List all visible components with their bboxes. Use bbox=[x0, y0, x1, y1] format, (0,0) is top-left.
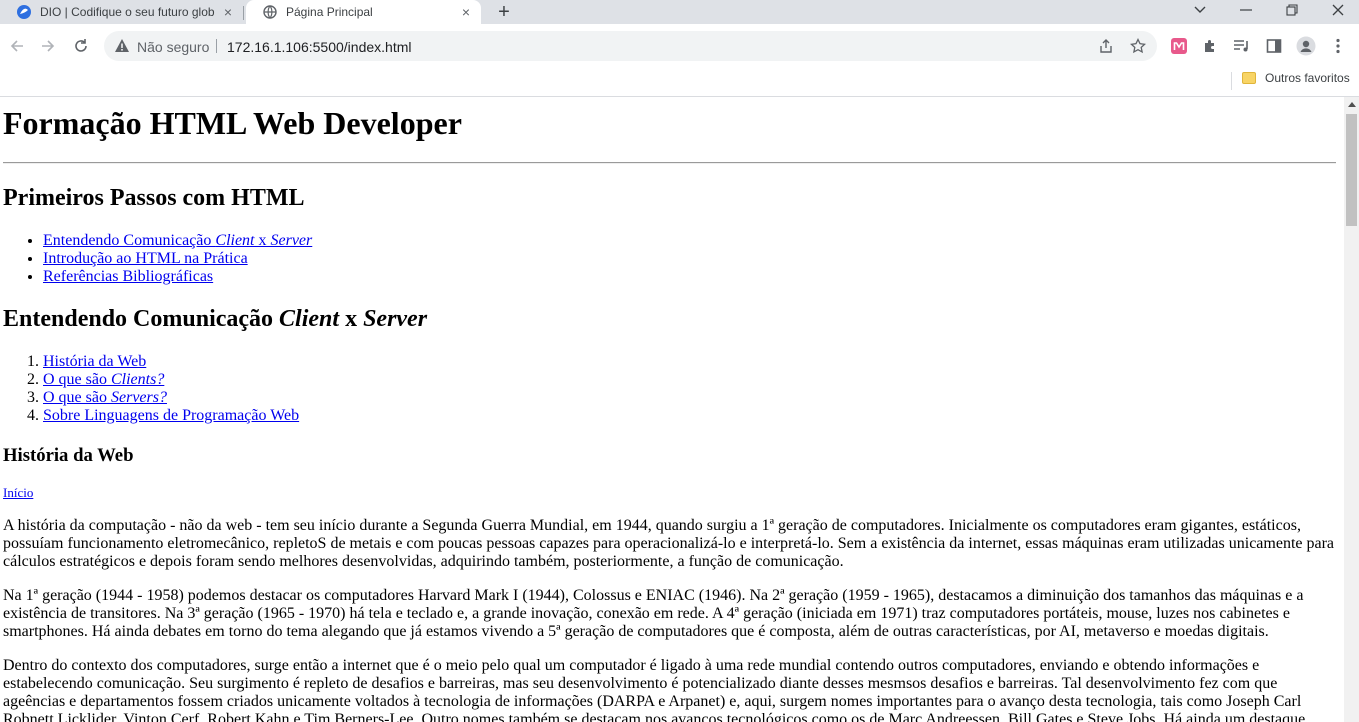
other-favorites-label: Outros favoritos bbox=[1265, 71, 1350, 85]
close-window-icon[interactable] bbox=[1323, 0, 1353, 20]
toc-link-referencias[interactable]: Referências Bibliográficas bbox=[43, 268, 213, 285]
list-item: Sobre Linguagens de Programação Web bbox=[43, 407, 299, 425]
scrollbar-thumb[interactable] bbox=[1346, 114, 1357, 226]
extensions-puzzle-icon[interactable] bbox=[1200, 36, 1220, 56]
link-text: O que são bbox=[43, 371, 111, 388]
tab-pagina-principal[interactable]: Página Principal × bbox=[246, 0, 481, 24]
other-favorites-folder[interactable]: Outros favoritos bbox=[1242, 71, 1350, 85]
link-o-que-sao-servers[interactable]: O que são Servers? bbox=[43, 389, 167, 406]
back-to-top-link[interactable]: Início bbox=[3, 485, 33, 501]
back-icon[interactable] bbox=[5, 34, 29, 58]
list-item: O que são Clients? bbox=[43, 371, 299, 389]
paragraph: A história da computação - não da web - … bbox=[3, 517, 1335, 570]
heading-em-server: Server bbox=[363, 306, 428, 332]
scroll-up-arrow-icon[interactable] bbox=[1344, 97, 1359, 112]
section-comunicacao-title: Entendendo Comunicação Client x Server bbox=[3, 306, 427, 333]
browser-toolbar: Não seguro 172.16.1.106:5500/index.html bbox=[0, 24, 1359, 68]
tab-title: DIO | Codifique o seu futuro glob bbox=[40, 5, 215, 19]
heading-text: x bbox=[339, 306, 364, 332]
forward-icon[interactable] bbox=[36, 34, 60, 58]
extension-m-icon[interactable] bbox=[1169, 36, 1189, 56]
list-item: Referências Bibliográficas bbox=[43, 268, 312, 286]
link-em: Servers? bbox=[110, 389, 167, 406]
dio-favicon-icon bbox=[16, 4, 32, 20]
link-text: O que são bbox=[43, 389, 111, 406]
close-tab-icon[interactable]: × bbox=[457, 3, 475, 21]
list-item: História da Web bbox=[43, 353, 299, 371]
vertical-scrollbar[interactable] bbox=[1344, 97, 1359, 722]
bookmarks-separator bbox=[1231, 72, 1232, 90]
link-text: Sobre Linguagens de Programação Web bbox=[43, 407, 300, 424]
section-primeiros-passos-title: Primeiros Passos com HTML bbox=[3, 185, 305, 211]
address-divider bbox=[216, 39, 217, 53]
link-linguagens-programacao[interactable]: Sobre Linguagens de Programação Web bbox=[43, 407, 299, 424]
link-text: x bbox=[254, 232, 271, 249]
link-o-que-sao-clients[interactable]: O que são Clients? bbox=[43, 371, 164, 388]
table-of-contents-list: Entendendo Comunicação Client x Server I… bbox=[3, 232, 312, 286]
link-text: Entendendo Comunicação bbox=[43, 232, 216, 249]
new-tab-button[interactable]: + bbox=[492, 0, 516, 24]
page-viewport: Formação HTML Web Developer Primeiros Pa… bbox=[0, 97, 1344, 722]
tab-search-chevron-icon[interactable] bbox=[1185, 0, 1215, 20]
profile-avatar-icon[interactable] bbox=[1296, 36, 1316, 56]
list-item: Entendendo Comunicação Client x Server bbox=[43, 232, 312, 250]
tab-strip: DIO | Codifique o seu futuro glob × Pági… bbox=[0, 0, 1359, 24]
list-item: Introdução ao HTML na Prática bbox=[43, 250, 312, 268]
heading-text: Entendendo Comunicação bbox=[3, 306, 280, 332]
address-bar[interactable]: Não seguro 172.16.1.106:5500/index.html bbox=[104, 31, 1157, 61]
heading-em-client: Client bbox=[279, 306, 340, 332]
horizontal-rule bbox=[3, 162, 1336, 164]
security-status-label[interactable]: Não seguro bbox=[137, 39, 209, 55]
folder-icon bbox=[1242, 72, 1256, 84]
tab-dio[interactable]: DIO | Codifique o seu futuro glob × bbox=[0, 0, 243, 24]
paragraph: Dentro do contexto dos computadores, sur… bbox=[3, 657, 1306, 722]
side-panel-icon[interactable] bbox=[1264, 36, 1284, 56]
link-historia-da-web[interactable]: História da Web bbox=[43, 353, 146, 370]
toc-link-comunicacao[interactable]: Entendendo Comunicação Client x Server bbox=[43, 232, 312, 249]
minimize-icon[interactable] bbox=[1231, 0, 1261, 20]
paragraph: Na 1ª geração (1944 - 1958) podemos dest… bbox=[3, 587, 1304, 640]
tab-separator bbox=[243, 6, 244, 20]
bookmarks-bar: Outros favoritos bbox=[0, 68, 1359, 97]
close-tab-icon[interactable]: × bbox=[219, 3, 237, 21]
not-secure-warning-icon[interactable] bbox=[114, 38, 130, 54]
media-controls-icon[interactable] bbox=[1232, 36, 1252, 56]
list-item: O que são Servers? bbox=[43, 389, 299, 407]
bookmark-star-icon[interactable] bbox=[1129, 37, 1147, 55]
link-em-server: Server bbox=[270, 232, 313, 249]
tab-title: Página Principal bbox=[286, 5, 373, 19]
restore-icon[interactable] bbox=[1277, 0, 1307, 20]
menu-kebab-icon[interactable] bbox=[1328, 36, 1348, 56]
url-text[interactable]: 172.16.1.106:5500/index.html bbox=[227, 39, 411, 55]
page-title: Formação HTML Web Developer bbox=[3, 105, 462, 141]
globe-icon bbox=[262, 4, 278, 20]
section-historia-title: História da Web bbox=[3, 445, 134, 466]
reload-icon[interactable] bbox=[69, 34, 93, 58]
link-text: História da Web bbox=[43, 353, 147, 370]
link-em: Clients? bbox=[110, 371, 165, 388]
comunicacao-ordered-list: História da Web O que são Clients? O que… bbox=[3, 353, 299, 425]
link-em-client: Client bbox=[215, 232, 255, 249]
toc-link-introducao[interactable]: Introdução ao HTML na Prática bbox=[43, 250, 248, 267]
share-icon[interactable] bbox=[1097, 37, 1115, 55]
